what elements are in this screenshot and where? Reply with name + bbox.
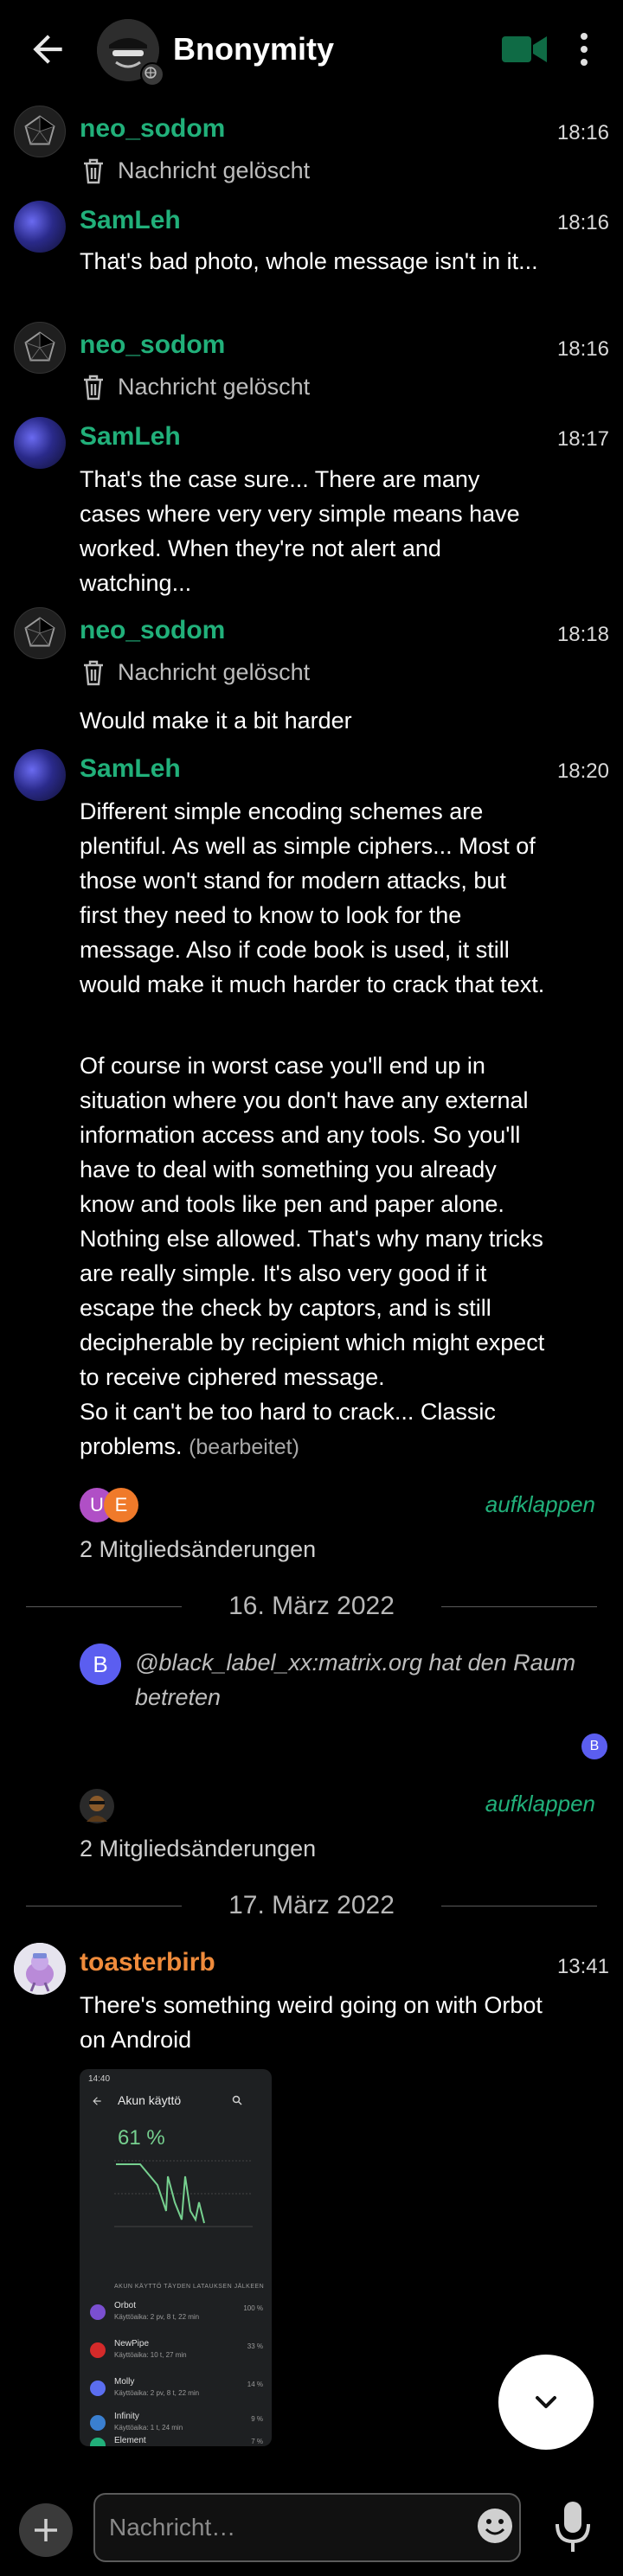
trash-icon <box>84 660 103 686</box>
message-input[interactable]: Nachricht… <box>93 2493 521 2562</box>
avatar-neo-sodom[interactable] <box>14 607 66 659</box>
plus-icon <box>35 2519 57 2541</box>
more-options-icon[interactable] <box>571 28 597 71</box>
message-paragraph: Of course in worst case you'll end up in… <box>80 1053 545 1390</box>
membership-changes-summary: 2 Mitgliedsänderungen <box>80 1836 317 1862</box>
chevron-down-icon <box>536 2396 556 2408</box>
scroll-to-bottom-button[interactable] <box>498 2355 594 2450</box>
app-name: Infinity <box>114 2412 139 2421</box>
message-body[interactable]: There's something weird going on with Or… <box>80 1988 547 2057</box>
message-body[interactable]: Of course in worst case you'll end up in… <box>80 1048 547 1464</box>
app-usage: Käyttöaika: 2 pv, 8 t, 22 min <box>114 2389 200 2397</box>
avatar-neo-sodom[interactable] <box>14 106 66 157</box>
microphone-icon[interactable] <box>554 2500 592 2554</box>
app-name: Orbot <box>114 2301 137 2310</box>
message-time: 18:16 <box>556 121 609 144</box>
app-name: Molly <box>114 2377 135 2387</box>
app-icon <box>90 2415 106 2431</box>
screenshot-title: Akun käyttö <box>118 2093 182 2107</box>
deleted-message-label: Nachricht gelöscht <box>118 157 311 183</box>
sender-name[interactable]: neo_sodom <box>80 616 225 645</box>
app-percent: 100 % <box>243 2304 263 2312</box>
message-body[interactable]: Would make it a bit harder <box>80 703 547 738</box>
message-time: 18:20 <box>556 759 609 783</box>
app-icon <box>90 2438 106 2446</box>
date-separator: 16. März 2022 <box>26 1585 597 1628</box>
search-icon <box>232 2095 242 2105</box>
app-icon <box>90 2342 106 2358</box>
message-time: 18:18 <box>556 623 609 646</box>
avatar-toasterbirb[interactable] <box>14 1943 66 1995</box>
message-time: 18:17 <box>556 427 609 451</box>
avatar-samleh[interactable] <box>14 417 66 469</box>
message-time: 13:41 <box>556 1955 609 1978</box>
message-body[interactable]: That's the case sure... There are many c… <box>80 462 547 600</box>
room-encryption-badge <box>140 62 164 87</box>
app-percent: 33 % <box>247 2342 263 2350</box>
edited-label: (bearbeitet) <box>189 1435 299 1459</box>
sender-name[interactable]: SamLeh <box>80 422 181 452</box>
app-name: Element <box>114 2436 146 2445</box>
message-time: 18:16 <box>556 211 609 234</box>
app-icon <box>90 2304 106 2320</box>
app-percent: 9 % <box>251 2415 263 2423</box>
sender-name[interactable]: toasterbirb <box>80 1948 215 1977</box>
member-avatar <box>80 1789 114 1823</box>
membership-changes-summary: 2 Mitgliedsänderungen <box>80 1536 317 1562</box>
read-receipt[interactable]: B <box>581 1733 607 1759</box>
sender-name[interactable]: SamLeh <box>80 754 181 784</box>
message-body[interactable]: That's bad photo, whole message isn't in… <box>80 244 547 279</box>
video-call-icon[interactable] <box>502 33 547 66</box>
top-app-bar: Bnonymity <box>0 0 623 102</box>
expand-link[interactable]: aufklappen <box>485 1491 595 1518</box>
date-separator: 17. März 2022 <box>26 1884 597 1927</box>
message-time: 18:16 <box>556 337 609 361</box>
message-body[interactable]: Different simple encoding schemes are pl… <box>80 794 547 1002</box>
trash-icon <box>84 375 103 400</box>
room-join-event: @black_label_xx:matrix.org hat den Raum … <box>135 1650 576 1710</box>
room-title[interactable]: Bnonymity <box>173 31 334 67</box>
trash-icon <box>84 158 103 184</box>
emoji-icon[interactable] <box>476 2507 514 2545</box>
avatar-samleh[interactable] <box>14 749 66 801</box>
app-percent: 14 % <box>247 2381 263 2388</box>
member-avatar: E <box>104 1488 138 1522</box>
app-name: NewPipe <box>114 2339 150 2349</box>
expand-link[interactable]: aufklappen <box>485 1791 595 1817</box>
screenshot-status-time: 14:40 <box>88 2074 111 2084</box>
app-usage: Käyttöaika: 1 t, 24 min <box>114 2424 183 2432</box>
sender-name[interactable]: neo_sodom <box>80 114 225 144</box>
app-usage: Käyttöaika: 2 pv, 8 t, 22 min <box>114 2313 200 2321</box>
event-avatar[interactable]: B <box>80 1644 121 1685</box>
message-input-placeholder: Nachricht… <box>109 2514 236 2541</box>
app-icon <box>90 2381 106 2396</box>
battery-graph <box>114 2160 253 2227</box>
back-arrow-icon[interactable] <box>26 28 69 71</box>
app-usage: Käyttöaika: 10 t, 27 min <box>114 2351 187 2359</box>
deleted-message-label: Nachricht gelöscht <box>118 659 311 685</box>
deleted-message-label: Nachricht gelöscht <box>118 374 311 400</box>
date-label: 17. März 2022 <box>228 1891 395 1919</box>
attach-button[interactable] <box>19 2503 73 2557</box>
date-label: 16. März 2022 <box>228 1592 395 1620</box>
image-attachment[interactable]: 14:40 Akun käyttö 61 % AKUN KÄYTTÖ TÄYDE… <box>80 2069 272 2446</box>
usage-list-header: AKUN KÄYTTÖ TÄYDEN LATAUKSEN JÄLKEEN <box>114 2284 265 2290</box>
app-percent: 7 % <box>251 2438 263 2445</box>
sender-name[interactable]: neo_sodom <box>80 330 225 360</box>
avatar-neo-sodom[interactable] <box>14 322 66 374</box>
back-arrow-icon <box>93 2097 101 2105</box>
sender-name[interactable]: SamLeh <box>80 206 181 235</box>
avatar-samleh[interactable] <box>14 201 66 253</box>
battery-percent: 61 % <box>118 2126 165 2150</box>
